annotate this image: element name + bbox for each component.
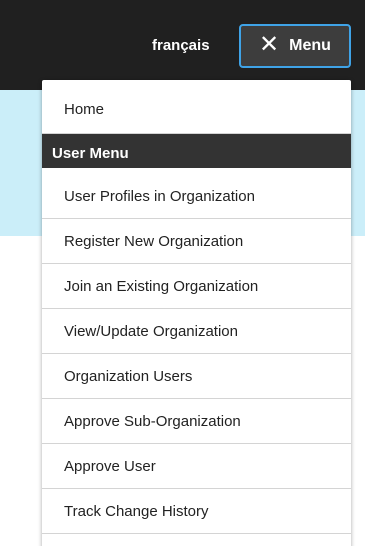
menu-item-approve-user[interactable]: Approve User — [42, 444, 351, 489]
menu-item-view-update-organization[interactable]: View/Update Organization — [42, 309, 351, 354]
language-toggle-link[interactable]: français — [152, 37, 210, 54]
menu-item-home[interactable]: Home — [42, 80, 351, 134]
menu-section-header: User Menu — [42, 134, 351, 174]
top-bar: français ✕ Menu — [0, 0, 365, 90]
menu-close-button[interactable]: ✕ Menu — [239, 24, 351, 68]
menu-button-label: Menu — [289, 37, 331, 54]
menu-item-register-organization[interactable]: Register New Organization — [42, 219, 351, 264]
menu-item-user-profiles[interactable]: User Profiles in Organization — [42, 174, 351, 219]
dropdown-menu: Home User Menu User Profiles in Organiza… — [42, 80, 351, 546]
menu-item-track-change-history[interactable]: Track Change History — [42, 489, 351, 534]
menu-item-organization-users[interactable]: Organization Users — [42, 354, 351, 399]
close-icon: ✕ — [259, 31, 280, 58]
menu-item-join-organization[interactable]: Join an Existing Organization — [42, 264, 351, 309]
menu-item-approve-sub-organization[interactable]: Approve Sub-Organization — [42, 399, 351, 444]
page: français ✕ Menu Home User Menu User Prof… — [0, 0, 365, 546]
